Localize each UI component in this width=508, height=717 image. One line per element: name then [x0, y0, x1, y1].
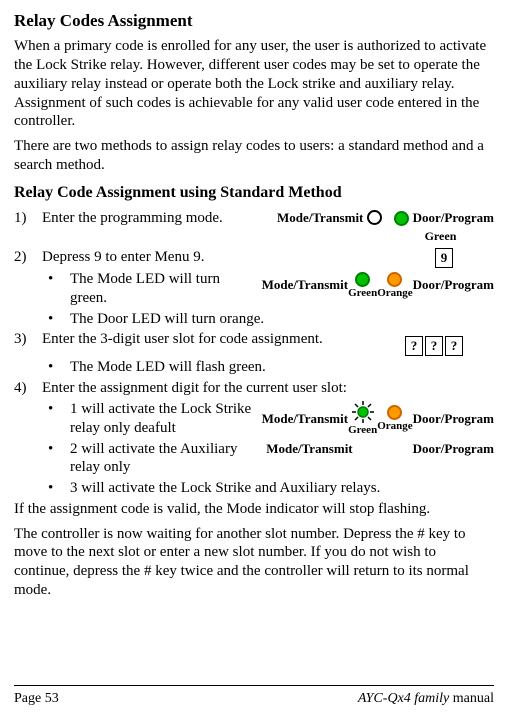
step-number: 3) — [14, 330, 42, 349]
step-2-bullet-2: • The Door LED will turn orange. — [42, 310, 494, 329]
mode-led-empty — [367, 210, 382, 225]
led-diagram-3: Mode/Transmit — [254, 400, 494, 438]
mode-led-green — [355, 272, 370, 287]
bullet-text: 3 will activate the Lock Strike and Auxi… — [70, 479, 494, 498]
led-diagram-4: Mode/Transmit Door/Program — [258, 440, 494, 459]
mode-label: Mode/Transmit — [277, 210, 363, 226]
bullet-icon: • — [42, 310, 70, 329]
step-2: 2) Depress 9 to enter Menu 9. 9 — [14, 248, 494, 268]
green-label: Green — [348, 287, 377, 301]
page-number: Page 53 — [14, 690, 59, 708]
bullet-icon: • — [42, 270, 70, 308]
bullet-text: The Mode LED will turn green. — [70, 270, 254, 308]
intro-paragraph-2: There are two methods to assign relay co… — [14, 137, 494, 175]
door-label: Door/Program — [413, 277, 494, 293]
door-led-orange — [387, 272, 402, 287]
step-3: 3) Enter the 3-digit user slot for code … — [14, 330, 494, 356]
bullet-icon: • — [42, 479, 70, 498]
step-number: 2) — [14, 248, 42, 267]
key-9-visual: 9 — [426, 248, 494, 268]
bullet-icon: • — [42, 440, 70, 478]
orange-label: Orange — [377, 287, 412, 301]
led-diagram-1: Mode/Transmit Door/Program Green — [269, 209, 494, 247]
step-text: Enter the programming mode. — [42, 209, 269, 228]
mode-label: Mode/Transmit — [266, 441, 352, 457]
closing-paragraph-1: If the assignment code is valid, the Mod… — [14, 500, 494, 519]
bullet-text: The Mode LED will flash green. — [70, 358, 494, 377]
step-2-bullet-1: • The Mode LED will turn green. Mode/Tra… — [42, 270, 494, 308]
orange-label: Orange — [377, 420, 412, 434]
bullet-text: 1 will activate the Lock Strike relay on… — [70, 400, 254, 438]
mode-led-flash-green — [351, 400, 375, 424]
keypad-9: 9 — [435, 248, 453, 268]
door-label: Door/Program — [413, 441, 494, 457]
door-led-green — [394, 211, 409, 226]
bullet-text: 2 will activate the Auxiliary relay only — [70, 440, 258, 478]
page-footer: Page 53 AYC-Qx4 family manual — [14, 685, 494, 708]
door-label: Door/Program — [413, 411, 494, 427]
bullet-icon: • — [42, 358, 70, 377]
mode-label: Mode/Transmit — [262, 277, 348, 293]
green-label: Green — [425, 229, 457, 243]
door-label: Door/Program — [413, 210, 494, 226]
step-text: Enter the 3-digit user slot for code ass… — [42, 330, 396, 349]
step-number: 1) — [14, 209, 42, 228]
green-label: Green — [348, 424, 377, 438]
mode-label: Mode/Transmit — [262, 411, 348, 427]
closing-paragraph-2: The controller is now waiting for anothe… — [14, 525, 494, 600]
step-text: Depress 9 to enter Menu 9. — [42, 248, 426, 267]
step-4: 4) Enter the assignment digit for the cu… — [14, 379, 494, 398]
door-led-orange — [387, 405, 402, 420]
bullet-icon: • — [42, 400, 70, 438]
step-3-bullet-1: • The Mode LED will flash green. — [42, 358, 494, 377]
keypad-q: ? — [405, 336, 423, 356]
intro-paragraph-1: When a primary code is enrolled for any … — [14, 37, 494, 131]
step-4-bullet-2: • 2 will activate the Auxiliary relay on… — [42, 440, 494, 478]
bullet-text: The Door LED will turn orange. — [70, 310, 494, 329]
led-diagram-2: Mode/Transmit Green Orange Door/Program — [254, 270, 494, 300]
step-4-bullet-1: • 1 will activate the Lock Strike relay … — [42, 400, 494, 438]
step-number: 4) — [14, 379, 42, 398]
step-text: Enter the assignment digit for the curre… — [42, 379, 494, 398]
section-title: Relay Codes Assignment — [14, 10, 494, 31]
step-1: 1) Enter the programming mode. Mode/Tran… — [14, 209, 494, 247]
manual-name: AYC-Qx4 family manual — [358, 690, 494, 708]
subsection-title: Relay Code Assignment using Standard Met… — [14, 183, 494, 203]
keypad-q: ? — [425, 336, 443, 356]
keypad-q: ? — [445, 336, 463, 356]
keys-qqq: ??? — [396, 330, 494, 356]
step-4-bullet-3: • 3 will activate the Lock Strike and Au… — [42, 479, 494, 498]
